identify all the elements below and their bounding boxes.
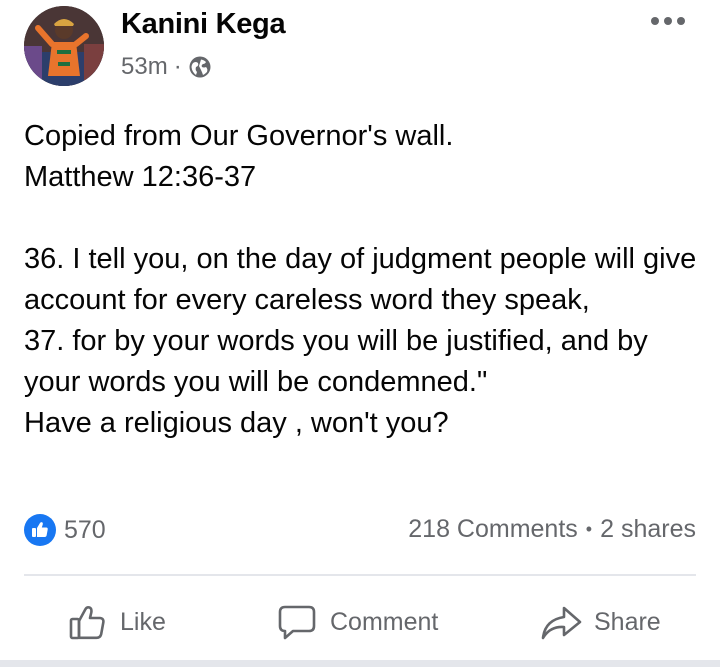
share-arrow-icon [541, 606, 582, 640]
reactions-summary[interactable]: 570 [24, 514, 106, 546]
like-label: Like [120, 607, 166, 636]
feed-separator [0, 660, 720, 667]
thumbs-up-icon [69, 605, 105, 640]
action-bar: Like Comment Share [0, 594, 720, 650]
comments-count-link[interactable]: 218 Comments [408, 515, 578, 544]
like-button[interactable]: Like [68, 594, 166, 650]
stats-bullet: • [585, 519, 593, 539]
share-label: Share [594, 607, 661, 636]
comment-icon [278, 605, 316, 640]
shares-count-link[interactable]: 2 shares [600, 515, 696, 544]
more-options-button[interactable] [646, 8, 690, 34]
author-name[interactable]: Kanini Kega [121, 8, 286, 41]
meta-separator: · [173, 53, 182, 80]
post-time[interactable]: 53m [121, 53, 168, 81]
comment-label: Comment [330, 607, 439, 636]
post-body-text: Copied from Our Governor's wall. Matthew… [24, 120, 697, 439]
more-horizontal-icon [651, 17, 685, 25]
post-meta: 53m · [121, 53, 212, 81]
share-button[interactable]: Share [540, 594, 661, 650]
reaction-count: 570 [64, 515, 106, 544]
engagement-stats: 218 Comments • 2 shares [408, 515, 696, 544]
avatar[interactable] [24, 6, 104, 86]
globe-icon[interactable] [188, 55, 212, 79]
avatar-photo [24, 6, 104, 86]
facebook-post: Kanini Kega 53m · Copied from Our Govern… [0, 0, 720, 667]
divider [24, 574, 696, 576]
like-reaction-icon [24, 514, 56, 546]
comment-button[interactable]: Comment [276, 594, 438, 650]
